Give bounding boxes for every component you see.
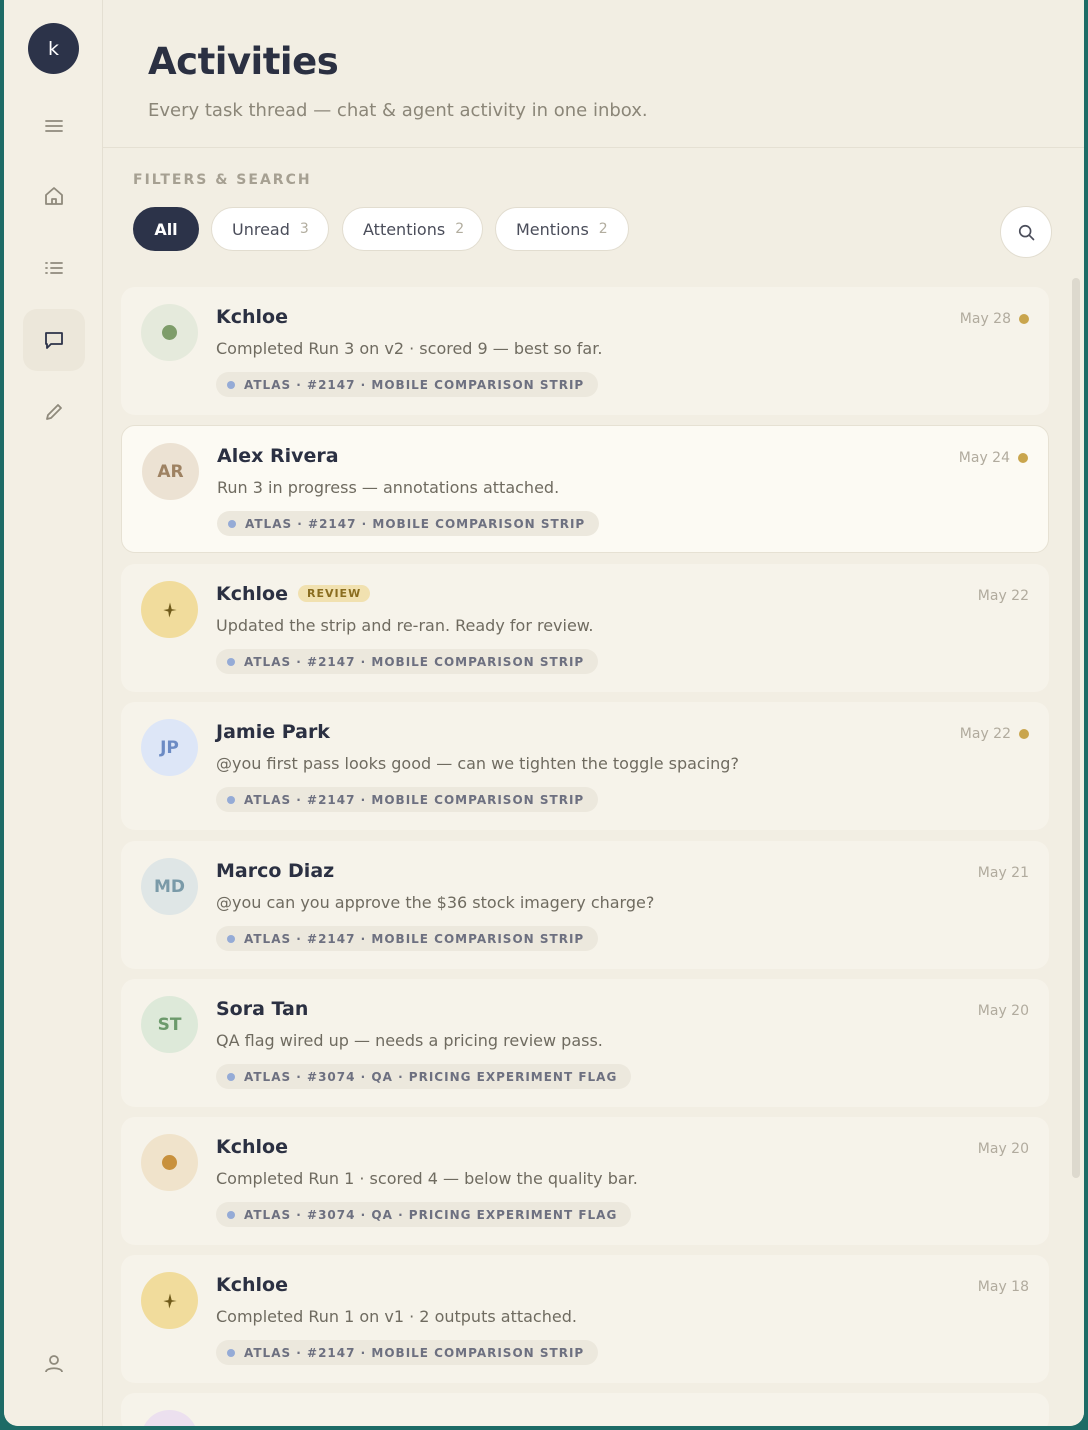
page-title: Activities (148, 40, 339, 83)
activity-date: May 18 (977, 1279, 1029, 1295)
activity-message: Run 3 in progress — annotations attached… (217, 478, 560, 497)
activity-message: Updated the strip and re-ran. Ready for … (216, 616, 594, 635)
menu-icon[interactable] (23, 95, 85, 157)
filter-chip-attentions[interactable]: Attentions 2 (342, 207, 483, 251)
profile-icon[interactable] (23, 1333, 85, 1395)
unread-count: 3 (299, 221, 309, 237)
activity-item[interactable] (121, 1393, 1049, 1426)
activity-message: Completed Run 1 on v1 · 2 outputs attach… (216, 1307, 577, 1326)
activity-message: Completed Run 1 · scored 4 — below the q… (216, 1169, 638, 1188)
activity-date: May 28 (959, 311, 1011, 327)
activity-date: May 22 (959, 726, 1011, 742)
user-avatar[interactable]: k (28, 23, 79, 74)
avatar: ST (141, 996, 198, 1053)
agent-status-avatar (141, 1134, 198, 1191)
home-icon[interactable] (23, 165, 85, 227)
sender-name: Kchloe (216, 1136, 288, 1158)
task-tag[interactable]: ATLAS · #3074 · QA · PRICING EXPERIMENT … (216, 1202, 632, 1227)
list-icon[interactable] (23, 237, 85, 299)
activity-date: May 24 (958, 450, 1010, 466)
filter-chip-mentions[interactable]: Mentions 2 (495, 207, 629, 251)
sender-name: Alex Rivera (217, 445, 339, 467)
sender-name: Sora Tan (216, 998, 309, 1020)
activity-item[interactable]: ST Sora Tan QA flag wired up — needs a p… (121, 979, 1049, 1107)
task-tag[interactable]: ATLAS · #2147 · MOBILE COMPARISON STRIP (216, 649, 599, 674)
activity-date: May 20 (977, 1003, 1029, 1019)
task-tag[interactable]: ATLAS · #2147 · MOBILE COMPARISON STRIP (216, 372, 599, 397)
activity-item[interactable]: Kchloe Completed Run 1 · scored 4 — belo… (121, 1117, 1049, 1245)
activity-date: May 21 (977, 865, 1029, 881)
unread-dot (1018, 453, 1028, 463)
activity-item[interactable]: MD Marco Diaz @you can you approve the $… (121, 841, 1049, 969)
task-tag[interactable]: ATLAS · #2147 · MOBILE COMPARISON STRIP (216, 1340, 599, 1365)
avatar (141, 1410, 198, 1426)
mentions-count: 2 (598, 221, 608, 237)
agent-status-avatar (141, 304, 198, 361)
status-dot-icon (162, 325, 177, 340)
review-badge: REVIEW (297, 585, 371, 602)
app-window: k Activities Every task thread — chat & … (4, 0, 1084, 1426)
agent-avatar (141, 581, 198, 638)
filter-chip-all[interactable]: All (133, 207, 199, 251)
activity-item[interactable]: JP Jamie Park @you first pass looks good… (121, 702, 1049, 830)
activity-item[interactable]: Kchloe Completed Run 3 on v2 · scored 9 … (121, 287, 1049, 415)
filter-chip-unread[interactable]: Unread 3 (211, 207, 329, 251)
page-subtitle: Every task thread — chat & agent activit… (148, 100, 648, 121)
activity-message: QA flag wired up — needs a pricing revie… (216, 1031, 603, 1050)
avatar: MD (141, 858, 198, 915)
avatar: AR (142, 443, 199, 500)
unread-dot (1019, 314, 1029, 324)
activity-date: May 20 (977, 1141, 1029, 1157)
activity-item[interactable]: Kchloe REVIEW Updated the strip and re-ra… (121, 564, 1049, 692)
sender-name: Kchloe REVIEW (216, 583, 371, 605)
sender-name: Marco Diaz (216, 860, 335, 882)
sender-name: Kchloe (216, 306, 288, 328)
sender-name: Jamie Park (216, 721, 330, 743)
search-button[interactable] (1000, 206, 1052, 258)
status-dot-icon (162, 1155, 177, 1170)
task-tag[interactable]: ATLAS · #2147 · MOBILE COMPARISON STRIP (217, 511, 600, 536)
task-tag[interactable]: ATLAS · #2147 · MOBILE COMPARISON STRIP (216, 787, 599, 812)
search-icon (1018, 224, 1035, 241)
avatar: JP (141, 719, 198, 776)
main-content: Activities Every task thread — chat & ag… (103, 0, 1084, 1426)
task-tag[interactable]: ATLAS · #2147 · MOBILE COMPARISON STRIP (216, 926, 599, 951)
activity-message: @you can you approve the $36 stock image… (216, 893, 655, 912)
activity-message: Completed Run 3 on v2 · scored 9 — best … (216, 339, 603, 358)
spark-icon (162, 1293, 177, 1308)
agent-avatar (141, 1272, 198, 1329)
spark-icon (162, 602, 177, 617)
filters-label: FILTERS & SEARCH (133, 172, 312, 188)
unread-dot (1019, 729, 1029, 739)
activity-item[interactable]: Kchloe Completed Run 1 on v1 · 2 outputs… (121, 1255, 1049, 1383)
activities-chat-icon[interactable] (23, 309, 85, 371)
sender-name: Kchloe (216, 1274, 288, 1296)
activity-message: @you first pass looks good — can we tigh… (216, 754, 739, 773)
attentions-count: 2 (455, 221, 465, 237)
page-header: Activities Every task thread — chat & ag… (103, 0, 1084, 148)
activity-item[interactable]: AR Alex Rivera Run 3 in progress — annot… (121, 425, 1049, 553)
activity-date: May 22 (977, 588, 1029, 604)
sidebar: k (4, 0, 103, 1426)
task-tag[interactable]: ATLAS · #3074 · QA · PRICING EXPERIMENT … (216, 1064, 632, 1089)
pencil-icon[interactable] (23, 381, 85, 443)
scrollbar[interactable] (1072, 278, 1080, 1178)
